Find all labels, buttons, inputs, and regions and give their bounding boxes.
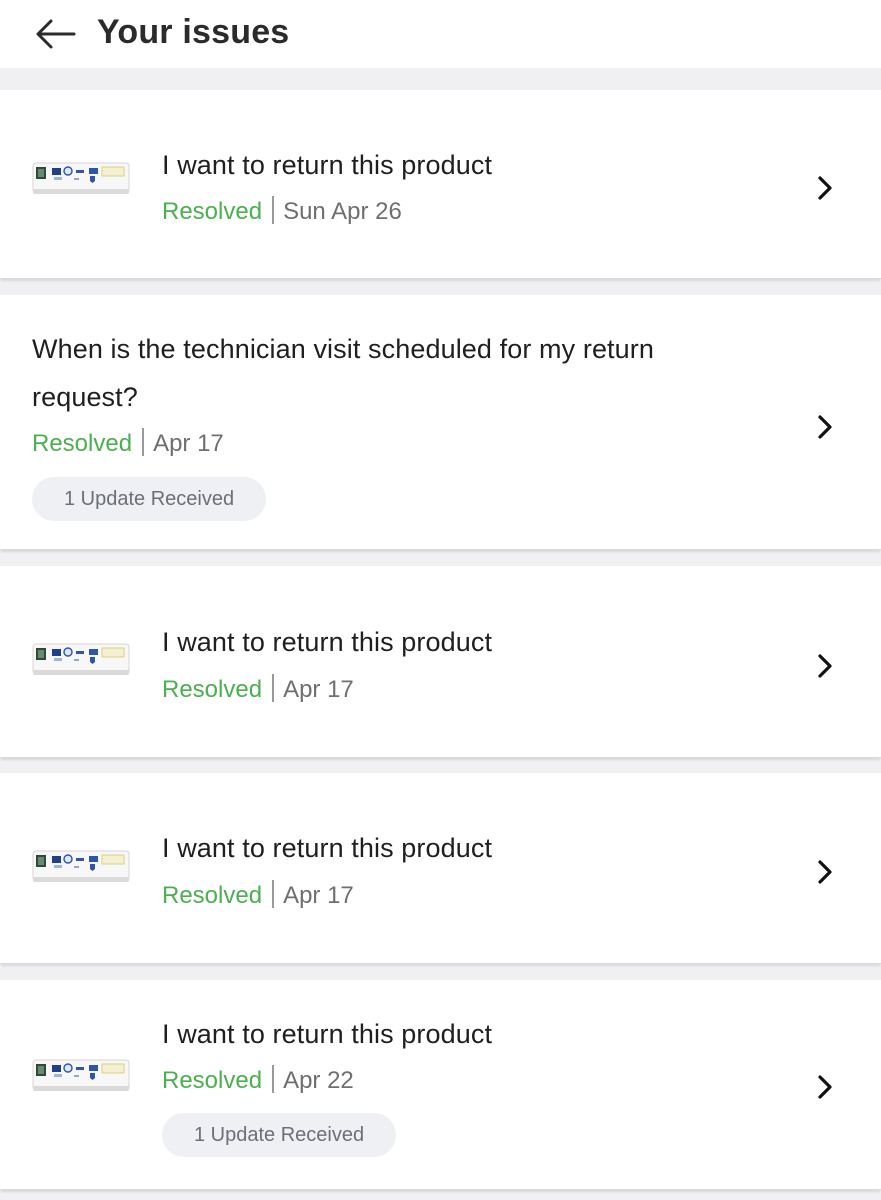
- product-thumbnail: [32, 159, 130, 199]
- issue-date: Apr 17: [153, 430, 224, 457]
- update-badge: 1 Update Received: [162, 1113, 397, 1157]
- issue-meta: Resolved Apr 17: [162, 880, 354, 912]
- divider: [272, 880, 275, 908]
- chevron-right-icon[interactable]: [815, 413, 835, 441]
- issue-title: I want to return this product: [162, 1019, 493, 1049]
- chevron-right-icon[interactable]: [815, 1073, 835, 1101]
- status-label: Resolved: [162, 198, 263, 225]
- issue-date: Apr 22: [283, 1067, 354, 1094]
- chevron-right-icon[interactable]: [815, 174, 835, 202]
- issue-title: I want to return this product: [162, 627, 493, 657]
- issue-title: I want to return this product: [162, 150, 493, 180]
- issue-card[interactable]: I want to return this product Resolved Ap…: [0, 566, 881, 758]
- product-thumbnail: [32, 1056, 130, 1096]
- issue-date: Apr 17: [283, 882, 354, 909]
- divider: [142, 428, 145, 456]
- header: Your issues: [0, 0, 881, 68]
- issue-title-line: When is the technician visit scheduled f…: [32, 334, 654, 364]
- chevron-right-icon[interactable]: [815, 858, 835, 886]
- divider: [272, 1065, 275, 1093]
- divider: [272, 674, 275, 702]
- chevron-right-icon[interactable]: [815, 652, 835, 680]
- issue-card[interactable]: I want to return this product Resolved Ap…: [0, 980, 881, 1190]
- issue-meta: Resolved Apr 22: [162, 1065, 354, 1097]
- issue-card[interactable]: When is the technician visit scheduled f…: [0, 295, 881, 550]
- status-label: Resolved: [162, 1067, 263, 1094]
- product-thumbnail: [32, 640, 130, 680]
- page-title: Your issues: [97, 13, 290, 51]
- issue-date: Apr 17: [283, 676, 354, 703]
- arrow-left-icon[interactable]: [34, 16, 78, 52]
- update-badge: 1 Update Received: [32, 477, 267, 521]
- product-thumbnail: [32, 847, 130, 887]
- issue-title: I want to return this product: [162, 833, 493, 863]
- issue-meta: Resolved Apr 17: [32, 428, 224, 460]
- status-label: Resolved: [162, 676, 263, 703]
- issue-meta: Resolved Apr 17: [162, 674, 354, 706]
- issue-card[interactable]: I want to return this product Resolved Su…: [0, 90, 881, 279]
- issue-date: Sun Apr 26: [283, 198, 402, 225]
- issue-card[interactable]: I want to return this product Resolved Ap…: [0, 773, 881, 964]
- status-label: Resolved: [162, 882, 263, 909]
- divider: [272, 196, 275, 224]
- issue-title-line: request?: [32, 382, 138, 412]
- status-label: Resolved: [32, 430, 133, 457]
- issue-meta: Resolved Sun Apr 26: [162, 196, 402, 228]
